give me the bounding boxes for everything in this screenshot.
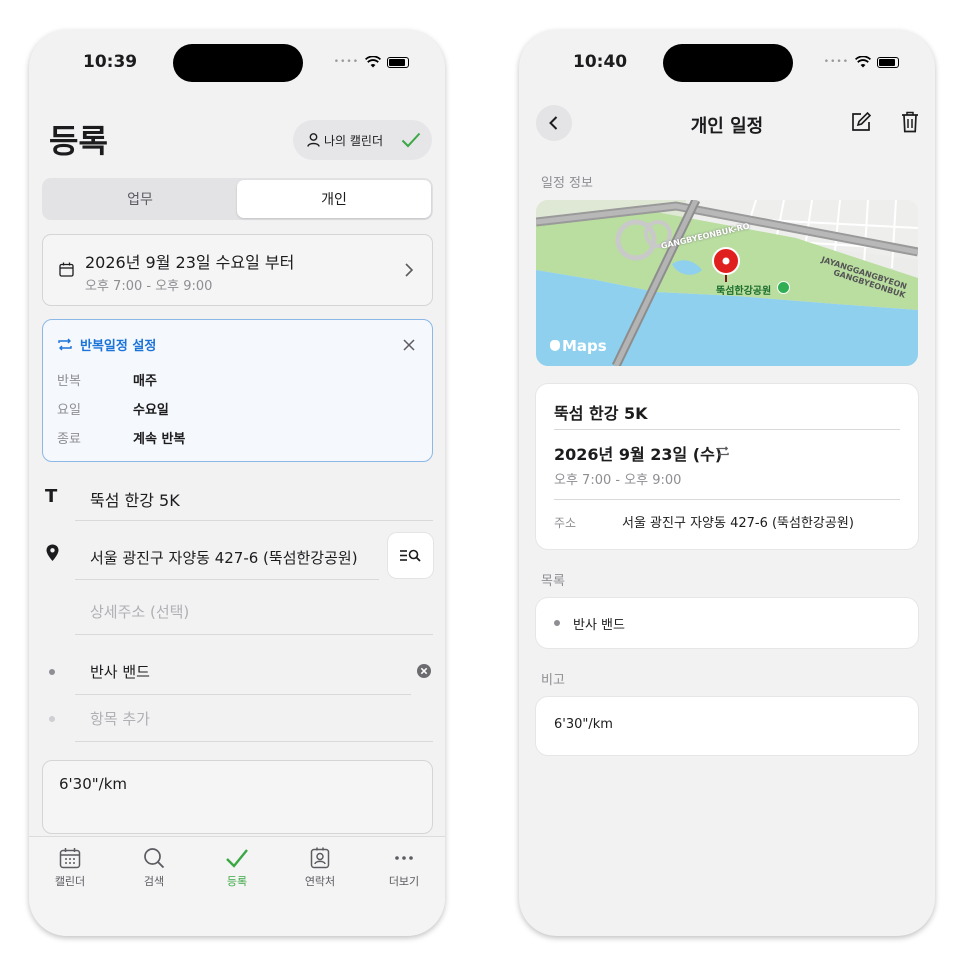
address-input[interactable]: 서울 광진구 자양동 427-6 (뚝섬한강공원) (90, 547, 358, 568)
section-info-label: 일정 정보 (541, 176, 593, 191)
tab-bar: 캘린더 검색 등록 연락처 더보기 (29, 836, 445, 936)
more-icon (395, 856, 413, 860)
my-calendar-button[interactable]: 나의 캘린더 (293, 120, 432, 160)
memo-field[interactable]: 6'30"/km (42, 760, 433, 834)
close-icon[interactable] (403, 339, 415, 351)
date-row[interactable]: 2026년 9월 23일 수요일 부터 오후 7:00 - 오후 9:00 (42, 234, 433, 306)
address-search-button[interactable] (388, 533, 433, 578)
segment-work-label: 업무 (127, 192, 153, 208)
my-calendar-label: 나의 캘린더 (324, 134, 384, 148)
nav-title: 개인 일정 (690, 116, 764, 137)
detail-address-input[interactable]: 상세주소 (선택) (90, 601, 189, 622)
address-label: 주소 (554, 516, 577, 530)
contact-icon (310, 847, 330, 869)
checkmark-icon (401, 132, 421, 148)
battery-icon (387, 56, 409, 68)
repeat-title: 반복일정 설정 (80, 339, 157, 354)
end-value[interactable]: 계속 반복 (133, 428, 185, 447)
page-title: 등록 (49, 122, 108, 160)
tab-more[interactable]: 더보기 (374, 847, 434, 889)
segment-personal-label: 개인 (321, 192, 347, 208)
map-pin-icon (712, 247, 740, 282)
person-icon (307, 133, 320, 147)
segment-work[interactable]: 업무 (44, 180, 236, 218)
maps-logo: Maps (562, 337, 607, 355)
edit-icon[interactable] (850, 111, 872, 133)
status-time: 10:40 (573, 52, 628, 72)
repeat-icon (58, 338, 72, 351)
calendar-icon (59, 848, 81, 869)
repeat-label: 반복 (57, 374, 81, 389)
tab-label: 캘린더 (54, 875, 86, 888)
cellular-signal-icon: •••• (823, 57, 849, 67)
bullet (49, 669, 55, 675)
segment-control: 업무 개인 (42, 178, 433, 220)
segment-personal[interactable]: 개인 (237, 180, 431, 218)
list-item: 반사 밴드 (573, 618, 625, 633)
repeat-icon (717, 446, 729, 457)
end-label: 종료 (57, 432, 81, 447)
event-detail-screen: 10:40 •••• 개인 일정 일정 정보 GANGBYEONBUK-RO J… (519, 30, 935, 936)
repeat-settings-card: 반복일정 설정 반복 매주 요일 수요일 종료 계속 반복 (42, 319, 433, 462)
title-input[interactable]: 뚝섬 한강 5K (90, 487, 180, 511)
repeat-value[interactable]: 매주 (133, 370, 157, 389)
date-line: 2026년 9월 23일 수요일 부터 (85, 253, 295, 272)
address-search-icon (400, 549, 421, 562)
cellular-signal-icon: •••• (333, 57, 359, 67)
chevron-right-icon (405, 263, 413, 277)
tab-label: 더보기 (388, 875, 420, 888)
search-icon (144, 848, 165, 869)
add-item-input[interactable]: 항목 추가 (90, 708, 150, 729)
tab-label: 검색 (143, 875, 165, 888)
status-bar: 10:39 •••• (29, 30, 445, 100)
checkmark-icon (226, 849, 248, 868)
event-time: 오후 7:00 - 오후 9:00 (554, 473, 682, 488)
text-icon: T (45, 486, 58, 507)
map-view[interactable]: GANGBYEONBUK-RO JAYANGGANGBYEON GANGBYEO… (536, 200, 918, 366)
dynamic-island (663, 44, 793, 82)
event-card: 뚝섬 한강 5K 2026년 9월 23일 (수) 오후 7:00 - 오후 9… (536, 384, 918, 549)
location-pin-icon (46, 544, 59, 561)
tab-register[interactable]: 등록 (207, 847, 267, 889)
list-item-input[interactable]: 반사 밴드 (90, 661, 150, 682)
tab-label: 등록 (226, 875, 248, 888)
memo-text: 6'30"/km (59, 775, 128, 793)
poi-label: 뚝섬한강공원 (716, 286, 772, 297)
register-screen: 10:39 •••• 등록 나의 캘린더 업무 개인 2026년 9월 23일 … (29, 30, 445, 936)
wifi-icon (855, 56, 871, 68)
memo-text: 6'30"/km (554, 717, 613, 732)
weekday-value[interactable]: 수요일 (133, 399, 169, 418)
trash-icon[interactable] (901, 111, 919, 133)
clear-icon[interactable] (417, 664, 431, 678)
battery-icon (877, 56, 899, 68)
bullet (554, 620, 560, 626)
list-card: 반사 밴드 (536, 598, 918, 648)
bullet (49, 716, 55, 722)
address-value: 서울 광진구 자양동 427-6 (뚝섬한강공원) (622, 516, 854, 531)
status-time: 10:39 (83, 52, 138, 72)
event-date: 2026년 9월 23일 (수) (554, 445, 723, 464)
weekday-label: 요일 (57, 403, 81, 418)
memo-card: 6'30"/km (536, 697, 918, 755)
apple-logo-icon (550, 340, 560, 351)
section-list-label: 목록 (541, 574, 565, 589)
tab-label: 연락처 (304, 875, 336, 888)
tab-contacts[interactable]: 연락처 (290, 847, 350, 889)
event-title: 뚝섬 한강 5K (554, 404, 648, 423)
status-bar: 10:40 •••• (519, 30, 935, 100)
time-line: 오후 7:00 - 오후 9:00 (85, 279, 213, 294)
dynamic-island (173, 44, 303, 82)
calendar-icon (59, 262, 74, 277)
tab-search[interactable]: 검색 (124, 847, 184, 889)
tab-calendar[interactable]: 캘린더 (40, 847, 100, 889)
park-icon (777, 281, 790, 294)
wifi-icon (365, 56, 381, 68)
section-memo-label: 비고 (541, 673, 565, 688)
